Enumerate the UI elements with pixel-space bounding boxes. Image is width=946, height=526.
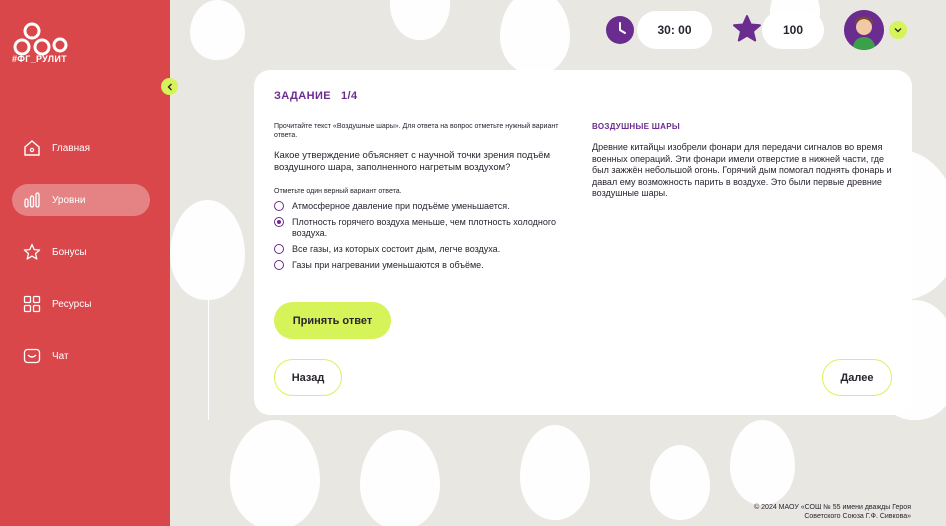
radio-button[interactable] — [274, 244, 284, 254]
answer-option-label: Плотность горячего воздуха меньше, чем п… — [292, 217, 556, 238]
score-star-icon — [733, 15, 761, 42]
sidebar-item-resources[interactable]: Ресурсы — [12, 288, 150, 320]
chat-icon — [22, 346, 42, 366]
sidebar-item-label: Бонусы — [52, 246, 87, 258]
home-icon — [22, 138, 42, 158]
reading-text-section: ВОЗДУШНЫЕ ШАРЫ Древние китайцы изобрели … — [592, 122, 892, 200]
task-instruction: Прочитайте текст «Воздушные шары». Для о… — [274, 123, 559, 139]
question-text: Какое утверждение объясняет с научной то… — [274, 150, 551, 173]
next-button[interactable]: Далее — [822, 359, 892, 396]
star-icon — [22, 242, 42, 262]
avatar-menu-button[interactable] — [889, 21, 907, 39]
sidebar-item-label: Уровни — [52, 194, 86, 206]
sidebar-item-chat[interactable]: Чат — [12, 340, 150, 372]
task-title: ЗАДАНИЕ — [274, 90, 332, 102]
answer-option-label: Газы при нагревании уменьшаются в объёме… — [292, 260, 484, 270]
sidebar-item-label: Главная — [52, 142, 91, 154]
answer-option-label: Все газы, из которых состоит дым, легче … — [292, 244, 501, 254]
sidebar-item-label: Чат — [52, 350, 69, 362]
answer-option-label: Атмосферное давление при подъёме уменьша… — [292, 201, 510, 211]
chevron-left-icon — [167, 83, 172, 90]
footer-copyright: © 2024 МАОУ «СОШ № 55 имени дважды Героя… — [754, 503, 911, 521]
reading-text-title: ВОЗДУШНЫЕ ШАРЫ — [592, 122, 680, 131]
answer-option[interactable]: Все газы, из которых состоит дым, легче … — [274, 244, 579, 255]
sidebar-nav: Главная Уровни Бонусы Ресурсы Чат — [12, 132, 150, 392]
score-display: 100 — [762, 11, 824, 49]
task-card: ЗАДАНИЕ 1/4 Прочитайте текст «Воздушные ш… — [254, 70, 912, 415]
radio-button[interactable] — [274, 201, 284, 211]
chevron-down-icon — [894, 28, 902, 33]
answer-instruction: Отметьте один верный вариант ответа. — [274, 188, 402, 195]
sidebar-item-label: Ресурсы — [52, 298, 92, 310]
question-section: Прочитайте текст «Воздушные шары». Для о… — [274, 122, 579, 276]
radio-button-checked[interactable] — [274, 217, 284, 227]
back-button[interactable]: Назад — [274, 359, 342, 396]
grid-icon — [22, 294, 42, 314]
clock-icon — [606, 16, 634, 44]
sidebar: #ФГ_РУЛИТ Главная Уровни Бонусы Ресурсы — [0, 0, 170, 526]
footer-line: © 2024 МАОУ «СОШ № 55 имени дважды Героя — [754, 504, 911, 511]
levels-icon — [22, 190, 42, 210]
sidebar-collapse-button[interactable] — [161, 78, 178, 95]
task-header: ЗАДАНИЕ 1/4 — [274, 90, 358, 102]
answer-option[interactable]: Плотность горячего воздуха меньше, чем п… — [274, 217, 579, 239]
avatar[interactable] — [844, 10, 884, 50]
answer-options: Атмосферное давление при подъёме уменьша… — [274, 201, 579, 271]
sidebar-item-levels[interactable]: Уровни — [12, 184, 150, 216]
timer-display: 30: 00 — [637, 11, 712, 49]
submit-answer-button[interactable]: Принять ответ — [274, 302, 391, 339]
radio-button[interactable] — [274, 260, 284, 270]
footer-line: Советского Союза Г.Ф. Сивкова» — [804, 513, 911, 520]
reading-text-body: Древние китайцы изобрели фонари для пере… — [592, 142, 892, 198]
logo-text: #ФГ_РУЛИТ — [12, 54, 67, 64]
answer-option[interactable]: Газы при нагревании уменьшаются в объёме… — [274, 260, 579, 271]
task-progress: 1/4 — [341, 90, 358, 102]
sidebar-item-bonuses[interactable]: Бонусы — [12, 236, 150, 268]
sidebar-item-home[interactable]: Главная — [12, 132, 150, 164]
answer-option[interactable]: Атмосферное давление при подъёме уменьша… — [274, 201, 579, 212]
